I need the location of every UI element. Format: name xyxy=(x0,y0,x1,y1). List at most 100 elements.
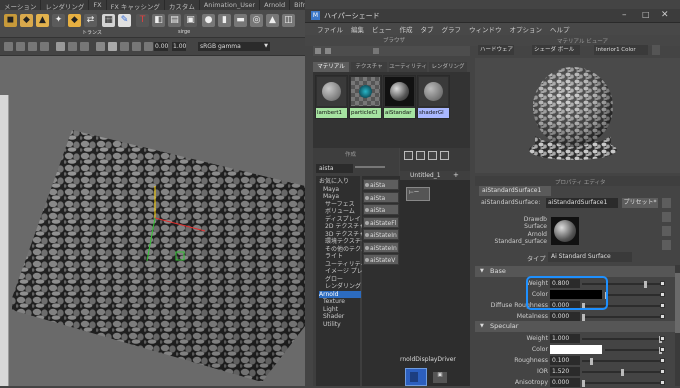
smooth-shade-icon[interactable] xyxy=(108,42,117,51)
menu-item[interactable]: タブ xyxy=(417,23,438,35)
shelf-tab[interactable]: FX xyxy=(89,0,107,10)
lights-icon[interactable] xyxy=(132,42,141,51)
camera-icon[interactable] xyxy=(4,42,13,51)
shelf-bevel-icon[interactable]: ◆ xyxy=(68,14,81,27)
sort-icon[interactable] xyxy=(373,48,379,54)
film-gate-icon[interactable] xyxy=(68,42,77,51)
attribute-value-field[interactable]: 1.000 xyxy=(550,334,580,343)
color-swatch[interactable] xyxy=(550,345,602,354)
grid-view-icon[interactable] xyxy=(315,48,321,54)
map-button-icon[interactable] xyxy=(660,358,665,363)
map-button-icon[interactable] xyxy=(660,380,665,385)
reset-icon[interactable] xyxy=(662,240,671,250)
show-icon[interactable] xyxy=(662,198,671,208)
wireframe-icon[interactable] xyxy=(96,42,105,51)
preset-button[interactable]: プリセット* xyxy=(622,198,658,208)
map-button-icon[interactable] xyxy=(660,369,665,374)
exposure-field[interactable]: 0.00 xyxy=(154,42,168,51)
shelf-tab[interactable]: レンダリング xyxy=(41,0,90,10)
shelf-combine-icon[interactable]: ▣ xyxy=(184,14,197,27)
graph-layout-icon[interactable] xyxy=(440,151,449,160)
shelf-mirror-icon[interactable]: ◧ xyxy=(152,14,165,27)
map-button-icon[interactable] xyxy=(660,336,665,341)
tab-materials[interactable]: マテリアル xyxy=(313,62,349,72)
shelf-pipe-icon[interactable]: ◫ xyxy=(282,14,295,27)
tab-rendering[interactable]: レンダリング xyxy=(429,62,467,72)
shelf-tab[interactable]: カスタム xyxy=(165,0,200,10)
focus-icon[interactable] xyxy=(662,212,671,222)
shelf-brush-icon[interactable]: ✎ xyxy=(118,14,131,27)
attribute-value-field[interactable]: 0.100 xyxy=(550,356,580,365)
create-category-item[interactable]: ユーティリティ xyxy=(325,261,366,269)
shelf-cylinder-icon[interactable]: ▮ xyxy=(218,14,231,27)
create-result-item[interactable]: aiStateIn xyxy=(363,229,399,240)
map-button-icon[interactable] xyxy=(660,281,665,286)
shelf-tool-icon[interactable]: ✦ xyxy=(52,14,65,27)
search-slider[interactable] xyxy=(355,166,385,168)
attribute-slider[interactable] xyxy=(605,294,662,296)
graph-node[interactable]: ⊢ー xyxy=(406,187,430,201)
camera-attr-icon[interactable] xyxy=(16,42,25,51)
create-category-item[interactable]: グロー xyxy=(325,276,343,284)
menu-item[interactable]: ファイル xyxy=(313,23,347,35)
create-category-item[interactable]: Maya xyxy=(323,186,339,194)
slider-handle[interactable] xyxy=(582,314,585,321)
create-result-item[interactable]: aiSta xyxy=(363,179,399,190)
shelf-cube-icon[interactable]: ◼ xyxy=(4,14,17,27)
slider-handle[interactable] xyxy=(620,369,624,376)
list-view-icon[interactable] xyxy=(325,48,331,54)
tab-textures[interactable]: テクスチャ xyxy=(351,62,387,72)
create-category-item[interactable]: お気に入り xyxy=(319,178,349,186)
viewer-options-icon[interactable] xyxy=(652,45,660,55)
node-tab[interactable]: aiStandardSurface1 xyxy=(479,186,551,196)
create-category-item[interactable]: Texture xyxy=(323,298,345,306)
copy-tab-icon[interactable] xyxy=(662,226,671,236)
create-category-item[interactable]: レンダリング xyxy=(325,283,361,291)
menu-item[interactable]: オプション xyxy=(506,23,547,35)
create-result-item[interactable]: aiStateV xyxy=(363,254,399,265)
shelf-cube-icon[interactable]: ◆ xyxy=(20,14,33,27)
attribute-slider[interactable] xyxy=(605,349,662,351)
tab-utilities[interactable]: ユーティリティ xyxy=(389,62,427,72)
map-button-icon[interactable] xyxy=(660,347,665,352)
create-category-item[interactable]: Light xyxy=(323,306,338,314)
grid-icon[interactable] xyxy=(56,42,65,51)
resolution-gate-icon[interactable] xyxy=(80,42,89,51)
attribute-slider[interactable] xyxy=(582,316,662,318)
map-button-icon[interactable] xyxy=(660,292,665,297)
shelf-mesh-icon[interactable]: ▦ xyxy=(102,14,115,27)
section-specular[interactable]: Specular xyxy=(475,321,680,332)
menu-item[interactable]: ヘルプ xyxy=(546,23,574,35)
attribute-value-field[interactable]: 0.000 xyxy=(550,312,580,321)
graph-frame-icon[interactable] xyxy=(404,151,413,160)
colorspace-dropdown[interactable]: sRGB gamma ▼ xyxy=(198,42,270,51)
property-scrollbar[interactable] xyxy=(675,265,680,386)
create-result-item[interactable]: aiSta xyxy=(363,204,399,215)
swatch-shader-glow[interactable]: shaderGl xyxy=(417,75,450,119)
maximize-icon[interactable]: □ xyxy=(642,10,650,19)
attribute-slider[interactable] xyxy=(582,382,662,384)
node-name-field[interactable]: aiStandardSurface1 xyxy=(546,198,618,208)
shelf-grid-icon[interactable]: ▤ xyxy=(168,14,181,27)
bookmark-icon[interactable] xyxy=(28,42,37,51)
create-category-item[interactable]: ボリューム xyxy=(325,208,355,216)
minimize-icon[interactable]: – xyxy=(622,10,627,20)
shelf-tab[interactable]: メーション xyxy=(0,0,42,10)
menu-item[interactable]: ビュー xyxy=(368,23,396,35)
menu-item[interactable]: ウィンドウ xyxy=(465,23,506,35)
swatch-particle-cloud[interactable]: particleCl xyxy=(349,75,382,119)
create-search-input[interactable]: aista xyxy=(316,164,353,173)
renderer-dropdown[interactable]: ハードウェア xyxy=(478,45,514,55)
shelf-plane-icon[interactable]: ▬ xyxy=(234,14,247,27)
shelf-transfer-icon[interactable]: ⇄ xyxy=(84,14,97,27)
viewport-3d[interactable] xyxy=(0,56,305,386)
create-category-item[interactable]: ライト xyxy=(325,253,343,261)
create-result-item[interactable]: aiStateIn xyxy=(363,241,399,253)
close-icon[interactable]: ✕ xyxy=(661,10,669,20)
shadows-icon[interactable] xyxy=(144,42,153,51)
menu-item[interactable]: グラフ xyxy=(438,23,466,35)
create-category-item[interactable]: Utility xyxy=(323,321,341,329)
menu-item[interactable]: 作成 xyxy=(396,23,417,35)
scrollbar-thumb[interactable] xyxy=(675,273,680,333)
shelf-torus-icon[interactable]: ◎ xyxy=(250,14,263,27)
